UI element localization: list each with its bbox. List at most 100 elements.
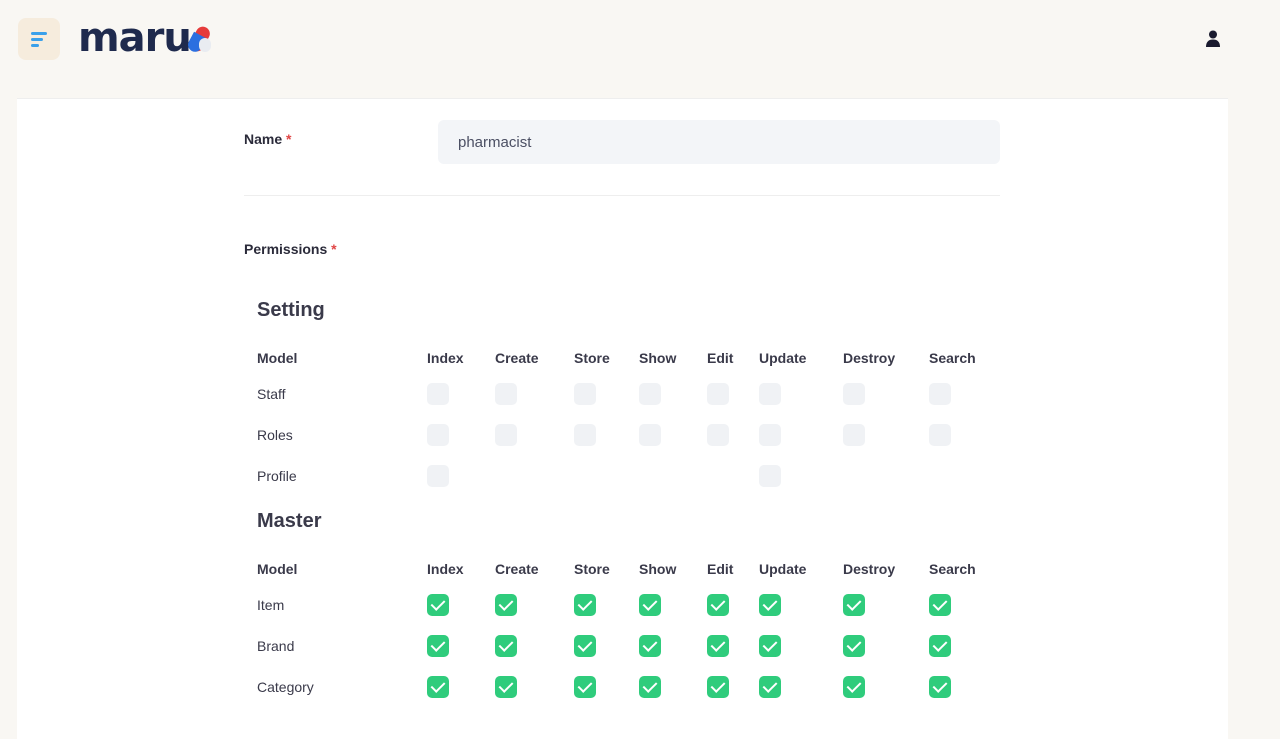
table-header-row: Model Index Create Store Show Edit Updat… bbox=[257, 558, 997, 580]
permission-cell bbox=[843, 369, 929, 414]
brand-logo[interactable]: maru bbox=[78, 18, 213, 58]
user-icon[interactable] bbox=[1205, 30, 1221, 48]
permission-cell bbox=[427, 414, 495, 455]
column-header: Search bbox=[929, 350, 976, 366]
column-header: Update bbox=[759, 350, 807, 366]
model-name: Brand bbox=[257, 637, 295, 654]
permission-cell bbox=[843, 580, 929, 625]
table-row: Item bbox=[257, 580, 997, 625]
permission-checkbox-index[interactable] bbox=[427, 464, 449, 487]
permission-checkbox-search[interactable] bbox=[929, 675, 951, 698]
column-header: Model bbox=[257, 561, 298, 577]
permission-checkbox-index[interactable] bbox=[427, 675, 449, 698]
permission-checkbox-index[interactable] bbox=[427, 593, 449, 616]
permission-cell bbox=[495, 369, 574, 414]
menu-icon bbox=[31, 32, 47, 35]
column-header: Show bbox=[639, 350, 677, 366]
required-mark: * bbox=[286, 131, 292, 147]
permission-cell bbox=[929, 455, 997, 496]
permission-cell bbox=[707, 580, 759, 625]
permission-checkbox-destroy[interactable] bbox=[843, 423, 865, 446]
permission-cell bbox=[639, 455, 707, 496]
column-header: Edit bbox=[707, 350, 734, 366]
name-label: Name * bbox=[244, 131, 291, 147]
permission-checkbox-create[interactable] bbox=[495, 593, 517, 616]
permission-cell bbox=[427, 666, 495, 707]
permission-cell bbox=[574, 455, 639, 496]
permission-checkbox-store[interactable] bbox=[574, 382, 596, 405]
permission-checkbox-show[interactable] bbox=[639, 593, 661, 616]
permission-cell bbox=[759, 580, 843, 625]
permission-checkbox-search[interactable] bbox=[929, 382, 951, 405]
permission-cell bbox=[427, 625, 495, 666]
table-row: Staff bbox=[257, 369, 997, 414]
model-name: Roles bbox=[257, 426, 293, 443]
permission-checkbox-index[interactable] bbox=[427, 382, 449, 405]
permission-cell bbox=[639, 625, 707, 666]
permission-checkbox-create[interactable] bbox=[495, 675, 517, 698]
permission-checkbox-index[interactable] bbox=[427, 634, 449, 657]
divider bbox=[244, 195, 1000, 196]
permission-checkbox-search[interactable] bbox=[929, 634, 951, 657]
permission-cell bbox=[574, 369, 639, 414]
permission-checkbox-edit[interactable] bbox=[707, 675, 729, 698]
permission-checkbox-store[interactable] bbox=[574, 593, 596, 616]
table-row: Profile bbox=[257, 455, 997, 496]
permission-checkbox-update[interactable] bbox=[759, 675, 781, 698]
permission-checkbox-destroy[interactable] bbox=[843, 382, 865, 405]
permission-checkbox-edit[interactable] bbox=[707, 593, 729, 616]
column-header: Store bbox=[574, 350, 610, 366]
permission-cell bbox=[759, 666, 843, 707]
permission-cell bbox=[843, 666, 929, 707]
permission-checkbox-destroy[interactable] bbox=[843, 634, 865, 657]
column-header: Create bbox=[495, 350, 539, 366]
permission-checkbox-show[interactable] bbox=[639, 675, 661, 698]
permission-cell bbox=[707, 625, 759, 666]
permission-cell bbox=[759, 414, 843, 455]
permission-checkbox-create[interactable] bbox=[495, 634, 517, 657]
permission-checkbox-destroy[interactable] bbox=[843, 593, 865, 616]
permission-checkbox-edit[interactable] bbox=[707, 634, 729, 657]
permission-checkbox-update[interactable] bbox=[759, 464, 781, 487]
permission-checkbox-edit[interactable] bbox=[707, 382, 729, 405]
permission-cell bbox=[427, 455, 495, 496]
permission-cell bbox=[639, 580, 707, 625]
permission-checkbox-show[interactable] bbox=[639, 382, 661, 405]
permission-checkbox-search[interactable] bbox=[929, 423, 951, 446]
section-title: Master bbox=[257, 510, 322, 532]
pill-logo-icon bbox=[185, 24, 213, 55]
column-header: Model bbox=[257, 350, 298, 366]
permission-cell bbox=[639, 369, 707, 414]
permission-checkbox-update[interactable] bbox=[759, 423, 781, 446]
permission-checkbox-store[interactable] bbox=[574, 675, 596, 698]
name-label-text: Name bbox=[244, 131, 283, 147]
permission-checkbox-edit[interactable] bbox=[707, 423, 729, 446]
permission-cell bbox=[495, 580, 574, 625]
permission-checkbox-index[interactable] bbox=[427, 423, 449, 446]
permission-checkbox-show[interactable] bbox=[639, 634, 661, 657]
permission-cell bbox=[929, 666, 997, 707]
permission-checkbox-create[interactable] bbox=[495, 423, 517, 446]
permission-checkbox-search[interactable] bbox=[929, 593, 951, 616]
column-header: Store bbox=[574, 561, 610, 577]
required-mark: * bbox=[331, 241, 337, 257]
permission-cell bbox=[929, 369, 997, 414]
permission-checkbox-show[interactable] bbox=[639, 423, 661, 446]
permission-checkbox-destroy[interactable] bbox=[843, 675, 865, 698]
menu-toggle-button[interactable] bbox=[18, 18, 60, 60]
permission-checkbox-update[interactable] bbox=[759, 593, 781, 616]
column-header: Index bbox=[427, 350, 464, 366]
permission-checkbox-update[interactable] bbox=[759, 382, 781, 405]
permission-checkbox-update[interactable] bbox=[759, 634, 781, 657]
permission-cell bbox=[639, 666, 707, 707]
permission-cell bbox=[639, 414, 707, 455]
top-bar: maru bbox=[0, 0, 1280, 100]
permission-cell bbox=[843, 625, 929, 666]
permission-checkbox-store[interactable] bbox=[574, 634, 596, 657]
permission-cell bbox=[574, 625, 639, 666]
permission-checkbox-store[interactable] bbox=[574, 423, 596, 446]
permission-section-setting: Setting Model Index Create Store Show Ed… bbox=[257, 299, 997, 496]
name-input[interactable] bbox=[438, 120, 1000, 164]
permission-cell bbox=[759, 455, 843, 496]
permission-checkbox-create[interactable] bbox=[495, 382, 517, 405]
